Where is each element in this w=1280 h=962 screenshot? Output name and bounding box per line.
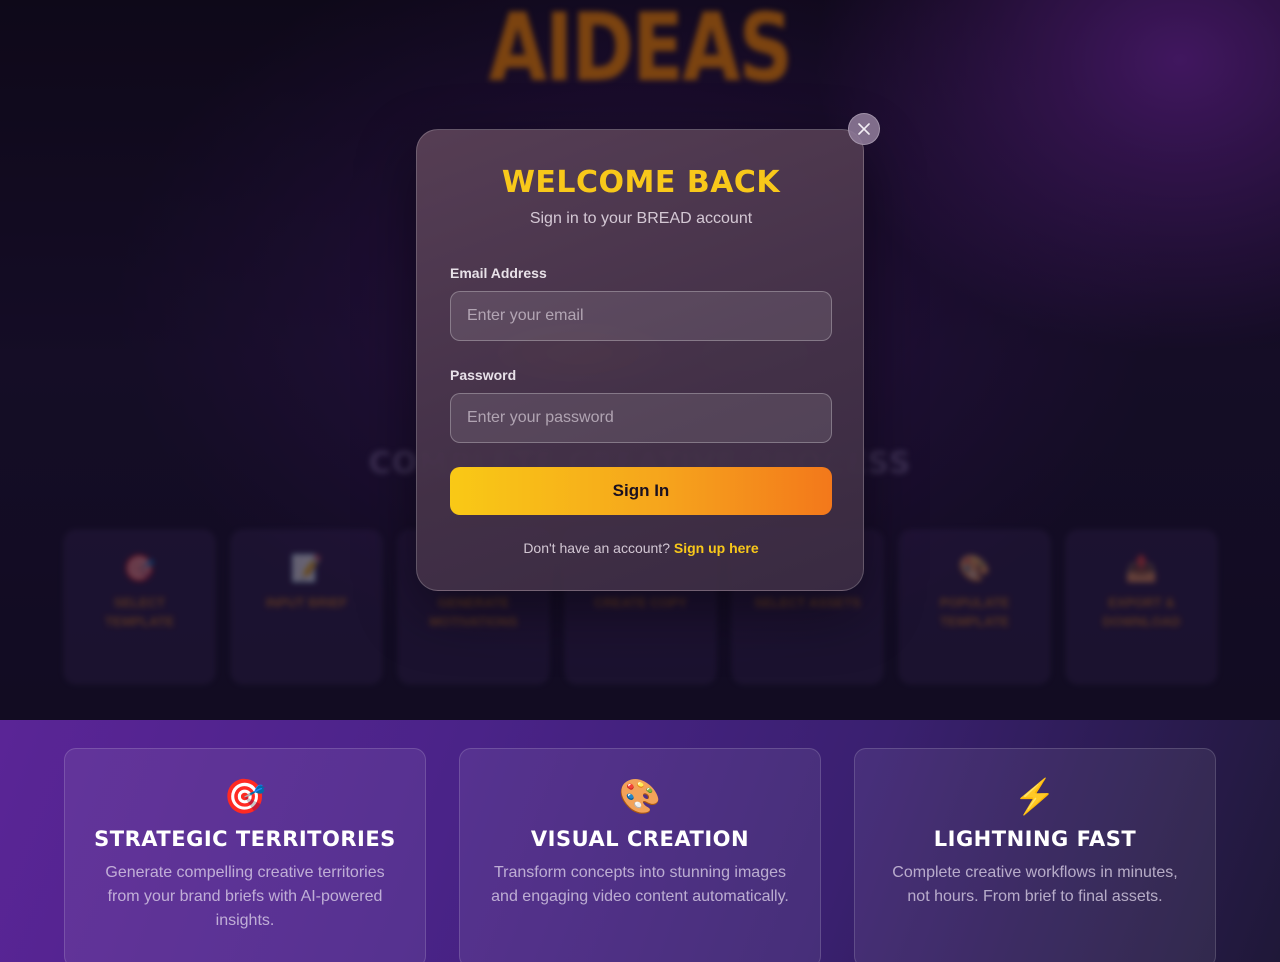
password-field[interactable] xyxy=(450,393,832,443)
password-label: Password xyxy=(450,367,517,383)
feature-title: LIGHTNING FAST xyxy=(933,827,1137,851)
sign-in-button[interactable]: Sign In xyxy=(450,467,832,515)
feature-card-fast: ⚡ LIGHTNING FAST Complete creative workf… xyxy=(854,748,1216,962)
feature-description: Complete creative workflows in minutes, … xyxy=(892,864,1178,905)
feature-description: Generate compelling creative territories… xyxy=(105,864,385,929)
feature-title: STRATEGIC TERRITORIES xyxy=(94,827,396,851)
modal-subtitle: Sign in to your BREAD account xyxy=(529,210,753,227)
signup-prompt: Don't have an account? xyxy=(523,540,670,556)
close-icon xyxy=(858,123,870,135)
features-section: 🎯 STRATEGIC TERRITORIES Generate compell… xyxy=(0,720,1280,962)
lightning-icon: ⚡ xyxy=(1013,778,1057,816)
feature-description: Transform concepts into stunning images … xyxy=(491,864,789,905)
close-button[interactable] xyxy=(848,113,880,145)
modal-title: WELCOME BACK xyxy=(501,165,781,200)
email-label: Email Address xyxy=(450,265,547,281)
feature-card-strategic: 🎯 STRATEGIC TERRITORIES Generate compell… xyxy=(64,748,426,962)
target-icon: 🎯 xyxy=(223,778,267,816)
feature-card-visual: 🎨 VISUAL CREATION Transform concepts int… xyxy=(459,748,821,962)
email-field[interactable] xyxy=(450,291,832,341)
login-modal: WELCOME BACK Sign in to your BREAD accou… xyxy=(416,129,864,591)
signup-prompt-row: Don't have an account? Sign up here xyxy=(417,540,865,556)
palette-icon: 🎨 xyxy=(618,778,662,816)
sign-up-link[interactable]: Sign up here xyxy=(674,540,759,556)
feature-title: VISUAL CREATION xyxy=(530,827,750,851)
